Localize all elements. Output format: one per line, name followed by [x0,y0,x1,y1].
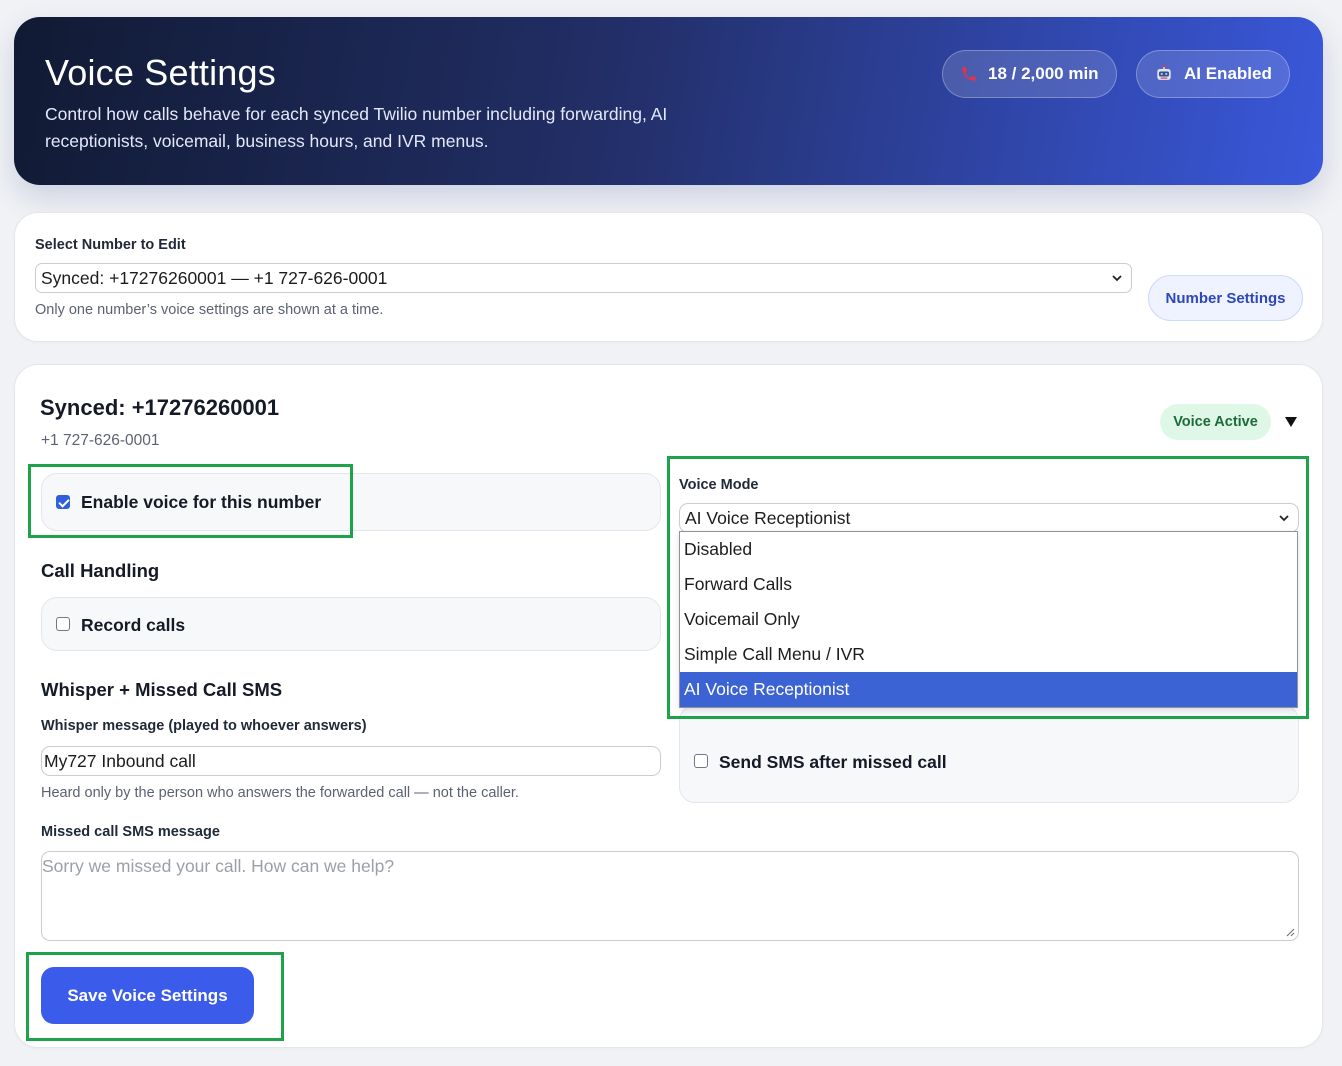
ai-status-text: AI Enabled [1184,64,1272,83]
page-header: Voice Settings Control how calls behave … [14,17,1323,185]
number-title: Synced: +17276260001 [40,395,280,420]
record-calls-checkbox[interactable] [56,617,70,631]
send-sms-checkbox[interactable] [694,754,708,768]
page-subtitle: Control how calls behave for each synced… [45,104,668,151]
voice-mode-label: Voice Mode [679,477,759,493]
missed-sms-label: Missed call SMS message [41,824,220,840]
voice-mode-select[interactable]: AI Voice Receptionist [679,503,1299,533]
chevron-down-icon [1279,515,1289,522]
minutes-usage-badge: 18 / 2,000 min [942,50,1117,98]
ai-status-badge: AI Enabled [1136,50,1290,98]
phone-icon [960,65,978,83]
enable-voice-option[interactable]: Enable voice for this number [41,473,661,531]
send-sms-option[interactable]: Send SMS after missed call [679,705,1299,803]
minutes-usage-text: 18 / 2,000 min [988,64,1099,83]
number-selector-card: Select Number to Edit Synced: +172762600… [14,212,1323,342]
status-badge: Voice Active [1160,404,1271,440]
voice-mode-value: AI Voice Receptionist [685,507,851,528]
whisper-message-value: My727 Inbound call [44,750,196,771]
voice-mode-options-list[interactable]: Disabled Forward Calls Voicemail Only Si… [679,531,1298,708]
whisper-message-input[interactable]: My727 Inbound call [41,746,661,776]
whisper-message-hint: Heard only by the person who answers the… [41,785,519,801]
enable-voice-checkbox[interactable] [56,495,70,509]
number-formatted: +1 727-626-0001 [41,432,160,449]
missed-sms-textarea[interactable]: Sorry we missed your call. How can we he… [41,851,1299,941]
record-calls-option[interactable]: Record calls [41,597,661,651]
send-sms-label: Send SMS after missed call [719,752,947,772]
number-select-label: Select Number to Edit [35,237,186,253]
collapse-toggle-icon[interactable] [1284,416,1298,428]
voice-mode-option-ivr[interactable]: Simple Call Menu / IVR [680,637,1297,672]
resize-grip-icon[interactable] [1286,928,1295,937]
missed-sms-placeholder: Sorry we missed your call. How can we he… [42,856,395,876]
record-calls-label: Record calls [81,615,186,635]
whisper-heading: Whisper + Missed Call SMS [41,679,283,700]
robot-icon [1154,64,1174,84]
number-settings-button[interactable]: Number Settings [1148,275,1303,321]
call-handling-heading: Call Handling [41,560,160,581]
save-voice-settings-button[interactable]: Save Voice Settings [41,967,254,1024]
number-select-hint: Only one number’s voice settings are sho… [35,302,384,318]
voice-mode-option-forward[interactable]: Forward Calls [680,567,1297,602]
voice-mode-option-disabled[interactable]: Disabled [680,532,1297,567]
number-select-value: Synced: +17276260001 — +1 727-626-0001 [41,267,388,288]
chevron-down-icon [1112,275,1122,282]
enable-voice-label: Enable voice for this number [81,492,322,512]
number-select[interactable]: Synced: +17276260001 — +1 727-626-0001 [35,263,1132,293]
whisper-message-label: Whisper message (played to whoever answe… [41,718,367,734]
voice-mode-option-voicemail[interactable]: Voicemail Only [680,602,1297,637]
voice-mode-option-ai-receptionist[interactable]: AI Voice Receptionist [680,672,1297,707]
page-title: Voice Settings [45,52,276,93]
